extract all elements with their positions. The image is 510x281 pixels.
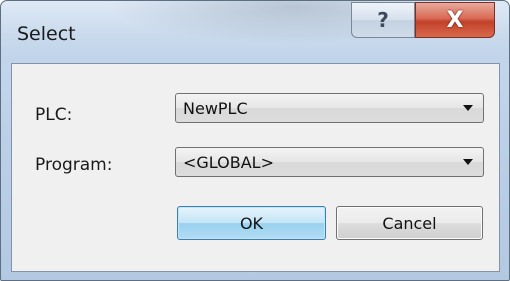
plc-dropdown[interactable]: NewPLC xyxy=(175,93,484,123)
close-button[interactable]: X xyxy=(415,2,495,38)
question-mark-icon: ? xyxy=(377,8,389,32)
dialog-title: Select xyxy=(17,23,76,45)
cancel-button-label: Cancel xyxy=(382,213,437,233)
program-label: Program: xyxy=(35,155,113,175)
dialog-body: PLC: NewPLC Program: <GLOBAL> OK Cancel xyxy=(11,63,500,272)
close-icon: X xyxy=(446,7,464,33)
ok-button-label: OK xyxy=(239,213,264,233)
plc-label: PLC: xyxy=(35,105,73,125)
program-dropdown-value: <GLOBAL> xyxy=(183,153,274,172)
select-dialog: Select ? X PLC: NewPLC Program: <GLOBAL>… xyxy=(0,0,510,281)
chevron-down-icon xyxy=(463,105,473,111)
ok-button[interactable]: OK xyxy=(177,206,326,240)
program-dropdown[interactable]: <GLOBAL> xyxy=(175,147,484,177)
title-bar[interactable]: Select ? X xyxy=(1,1,509,63)
help-button[interactable]: ? xyxy=(351,2,415,38)
cancel-button[interactable]: Cancel xyxy=(336,206,483,240)
chevron-down-icon xyxy=(463,159,473,165)
plc-dropdown-value: NewPLC xyxy=(183,99,248,118)
